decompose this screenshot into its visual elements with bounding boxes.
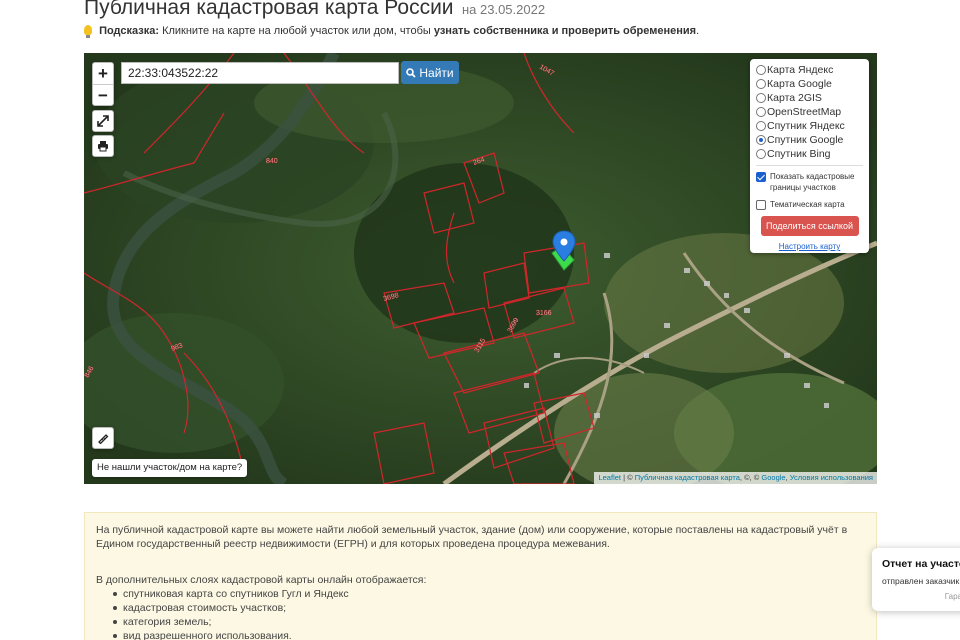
thematic-map-label: Тематическая карта bbox=[770, 200, 845, 209]
checkbox-icon[interactable] bbox=[756, 200, 766, 210]
hint: Подсказка: Кликните на карте на любой уч… bbox=[84, 25, 700, 38]
layers-panel: Карта Яндекс Карта Google Карта 2GIS Ope… bbox=[750, 59, 869, 253]
radio-icon[interactable] bbox=[756, 79, 766, 89]
search-icon bbox=[406, 67, 417, 78]
page-title: Публичная кадастровая карта России на 23… bbox=[84, 0, 545, 20]
expand-icon bbox=[97, 115, 109, 127]
search-button[interactable]: Найти bbox=[401, 61, 459, 84]
layer-label: Спутник Яндекс bbox=[767, 120, 845, 132]
hint-text: Кликните на карте на любой участок или д… bbox=[162, 25, 431, 37]
notification-title: Отчет на участо bbox=[882, 558, 960, 570]
zoom-out-button[interactable]: − bbox=[93, 84, 113, 105]
layer-option-2gis-map[interactable]: Карта 2GIS bbox=[756, 91, 863, 105]
layer-option-bing-satellite[interactable]: Спутник Bing bbox=[756, 147, 863, 161]
show-borders-label: Показать кадастровые границы участков bbox=[770, 172, 855, 192]
layer-label: Карта 2GIS bbox=[767, 92, 822, 104]
divider bbox=[756, 165, 863, 166]
thematic-map-toggle[interactable]: Тематическая карта bbox=[756, 199, 863, 210]
fullscreen-button[interactable] bbox=[92, 110, 114, 132]
info-layers-intro: В дополнительных слоях кадастровой карты… bbox=[96, 574, 427, 586]
share-link-button[interactable]: Поделиться ссылкой bbox=[760, 216, 859, 236]
leaflet-link[interactable]: Leaflet bbox=[598, 473, 621, 482]
page-title-text: Публичная кадастровая карта России bbox=[84, 0, 454, 19]
parcel-label: 840 bbox=[266, 158, 278, 165]
hint-label: Подсказка: bbox=[99, 25, 160, 37]
radio-icon[interactable] bbox=[756, 93, 766, 103]
layer-label: OpenStreetMap bbox=[767, 106, 842, 118]
attribution-text: | © bbox=[621, 473, 635, 482]
layer-label: Спутник Bing bbox=[767, 148, 831, 160]
parcel-label: 3166 bbox=[536, 310, 552, 317]
layer-option-google-satellite[interactable]: Спутник Google bbox=[756, 133, 863, 147]
layer-option-google-map[interactable]: Карта Google bbox=[756, 77, 863, 91]
pkk-link[interactable]: Публичная кадастровая карта bbox=[635, 473, 740, 482]
setup-map-link[interactable]: Настроить карту bbox=[756, 242, 863, 251]
info-list: спутниковая карта со спутников Гугл и Ян… bbox=[96, 587, 865, 640]
list-item: категория земель; bbox=[113, 615, 865, 629]
attribution-text: , ©, © bbox=[739, 473, 762, 482]
radio-icon[interactable] bbox=[756, 121, 766, 131]
report-notification[interactable]: Отчет на участо отправлен заказчик Гара bbox=[872, 548, 960, 611]
notification-body: отправлен заказчик bbox=[882, 576, 960, 586]
ruler-icon bbox=[98, 434, 109, 444]
notification-footer: Гара bbox=[944, 592, 960, 601]
map-attribution: Leaflet | © Публичная кадастровая карта,… bbox=[594, 472, 877, 484]
zoom-in-button[interactable]: + bbox=[93, 63, 113, 84]
info-panel: На публичной кадастровой карте вы можете… bbox=[84, 512, 877, 640]
info-paragraph: На публичной кадастровой карте вы можете… bbox=[96, 524, 848, 550]
radio-icon[interactable] bbox=[756, 107, 766, 117]
zoom-control: + − bbox=[92, 62, 114, 106]
search-button-label: Найти bbox=[419, 65, 454, 80]
layer-label: Карта Яндекс bbox=[767, 64, 834, 76]
page-date: на 23.05.2022 bbox=[461, 2, 546, 17]
cadastral-search-input[interactable] bbox=[121, 62, 399, 84]
lightbulb-icon bbox=[84, 25, 92, 38]
not-found-button[interactable]: Не нашли участок/дом на карте? bbox=[92, 459, 248, 477]
show-borders-toggle[interactable]: Показать кадастровые границы участков bbox=[756, 171, 863, 193]
google-link[interactable]: Google bbox=[761, 473, 785, 482]
list-item: вид разрешенного использования. bbox=[113, 629, 865, 640]
layer-option-yandex-satellite[interactable]: Спутник Яндекс bbox=[756, 119, 863, 133]
measure-button[interactable] bbox=[92, 427, 114, 449]
layer-label: Карта Google bbox=[767, 78, 832, 90]
layer-label: Спутник Google bbox=[767, 134, 844, 146]
hint-bold-text: узнать собственника и проверить обремене… bbox=[433, 25, 697, 37]
layer-option-yandex-map[interactable]: Карта Яндекс bbox=[756, 63, 863, 77]
radio-icon[interactable] bbox=[756, 135, 766, 145]
hint-end: . bbox=[696, 25, 700, 37]
print-button[interactable] bbox=[92, 135, 114, 157]
layer-option-openstreetmap[interactable]: OpenStreetMap bbox=[756, 105, 863, 119]
list-item: кадастровая стоимость участков; bbox=[113, 601, 865, 615]
print-icon bbox=[98, 141, 108, 152]
map[interactable]: 1047 840 264 3698 3166 3699 983 846 3115… bbox=[84, 53, 877, 484]
radio-icon[interactable] bbox=[756, 149, 766, 159]
terms-link[interactable]: Условия использования bbox=[790, 473, 873, 482]
radio-icon[interactable] bbox=[756, 65, 766, 75]
checkbox-icon[interactable] bbox=[756, 172, 766, 182]
list-item: спутниковая карта со спутников Гугл и Ян… bbox=[113, 587, 865, 601]
